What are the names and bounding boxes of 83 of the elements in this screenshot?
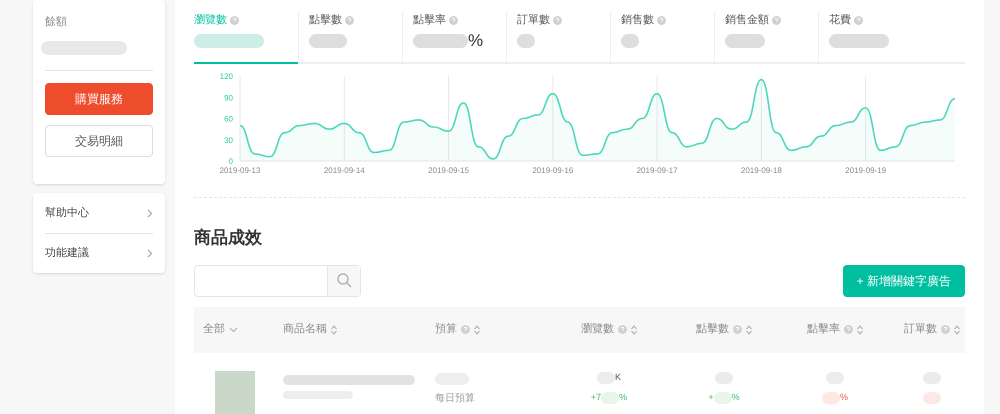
- table-cell-text: +: [708, 390, 714, 404]
- table-cell-text: +7: [590, 390, 602, 404]
- search-icon[interactable]: [336, 273, 352, 288]
- blurred-value: [822, 392, 840, 404]
- x-tick-label: 2019-09-13: [220, 166, 260, 175]
- column-header[interactable]: 訂單數: [904, 321, 937, 338]
- help-icon[interactable]: [733, 325, 742, 334]
- metric-tab[interactable]: 銷售金額: [714, 12, 818, 62]
- blurred-value: [714, 392, 732, 404]
- help-icon[interactable]: [449, 16, 458, 25]
- sort-icon: [857, 324, 863, 334]
- column-header[interactable]: 點擊數: [696, 321, 729, 338]
- metric-label: 銷售金額: [725, 12, 769, 28]
- metric-label: 點擊數: [309, 13, 342, 28]
- x-tick-label: 2019-09-15: [428, 166, 469, 175]
- metric-label: 花費: [829, 13, 851, 28]
- blurred-value: [923, 392, 941, 404]
- search-field[interactable]: [194, 264, 361, 296]
- blurred-value: [829, 34, 889, 48]
- help-icon[interactable]: [844, 325, 853, 334]
- column-header[interactable]: 預算: [435, 321, 457, 338]
- sort-icon: [746, 324, 752, 334]
- table-cell-text: %: [732, 390, 740, 404]
- y-tick-label: 90: [224, 93, 233, 102]
- blurred-value: [309, 34, 347, 48]
- blurred-value: [517, 34, 535, 48]
- product-thumbnail: [215, 370, 255, 414]
- chevron-down-icon: [229, 326, 238, 332]
- blurred-value: [194, 34, 264, 48]
- y-tick-label: 0: [228, 157, 233, 166]
- add-keyword-ad-button[interactable]: + 新增關鍵字廣告: [842, 264, 965, 296]
- column-header[interactable]: 點擊率: [807, 321, 840, 338]
- menu-link[interactable]: 功能建議: [45, 233, 153, 273]
- metric-label: 瀏覽數: [194, 13, 227, 28]
- sort-icon: [954, 324, 960, 334]
- balance-label: 餘額: [45, 14, 68, 30]
- table-cell-text: %: [840, 390, 848, 404]
- blurred-value: [725, 34, 765, 48]
- metric-tab[interactable]: 瀏覽數: [194, 12, 298, 64]
- help-icon[interactable]: [461, 325, 470, 334]
- blurred-value: [621, 34, 639, 48]
- sort-icon: [331, 324, 337, 334]
- help-icon[interactable]: [772, 16, 781, 25]
- help-icon[interactable]: [941, 325, 950, 334]
- metric-value: %: [468, 30, 484, 52]
- transactions-button[interactable]: 交易明細: [45, 124, 153, 156]
- x-tick-label: 2019-09-14: [324, 166, 365, 175]
- section-title: 商品成效: [194, 227, 263, 249]
- sort-icon: [474, 324, 480, 334]
- help-icon[interactable]: [230, 16, 239, 25]
- help-icon[interactable]: [854, 16, 863, 25]
- help-icon[interactable]: [618, 325, 627, 334]
- blurred-value: [601, 392, 620, 404]
- y-tick-label: 60: [224, 114, 233, 124]
- column-header[interactable]: 瀏覽數: [581, 321, 614, 338]
- metric-tab[interactable]: 點擊數: [298, 12, 402, 62]
- sort-icon: [631, 324, 637, 334]
- blurred-value: [413, 34, 468, 48]
- table-cell-text: K: [614, 370, 621, 384]
- x-tick-label: 2019-09-17: [636, 166, 678, 175]
- help-icon[interactable]: [553, 16, 562, 25]
- metric-tab[interactable]: 點擊率 %: [402, 12, 506, 62]
- metric-label: 銷售數: [621, 13, 654, 28]
- y-tick-label: 30: [224, 136, 233, 145]
- table-cell-text: %: [619, 390, 628, 404]
- menu-link[interactable]: 幫助中心: [45, 193, 153, 233]
- buy-service-button[interactable]: 購買服務: [45, 82, 153, 114]
- metric-label: 點擊率: [413, 12, 446, 28]
- column-header[interactable]: 商品名稱: [283, 321, 327, 338]
- metric-tab[interactable]: 訂單數: [506, 12, 610, 62]
- column-header[interactable]: 全部: [203, 321, 225, 338]
- x-tick-label: 2019-09-16: [532, 166, 574, 175]
- metric-tab[interactable]: 銷售數: [610, 12, 714, 62]
- metric-tab[interactable]: 花費: [818, 12, 922, 62]
- chevron-right-icon: [147, 249, 153, 258]
- x-tick-label: 2019-09-19: [845, 166, 886, 175]
- x-tick-label: 2019-09-18: [740, 166, 782, 175]
- chevron-right-icon: [147, 208, 153, 218]
- metric-label: 訂單數: [517, 13, 550, 28]
- budget-note: 每日預算: [435, 392, 476, 406]
- y-tick-label: 120: [220, 72, 233, 81]
- help-icon[interactable]: [345, 16, 354, 25]
- help-icon[interactable]: [657, 16, 666, 25]
